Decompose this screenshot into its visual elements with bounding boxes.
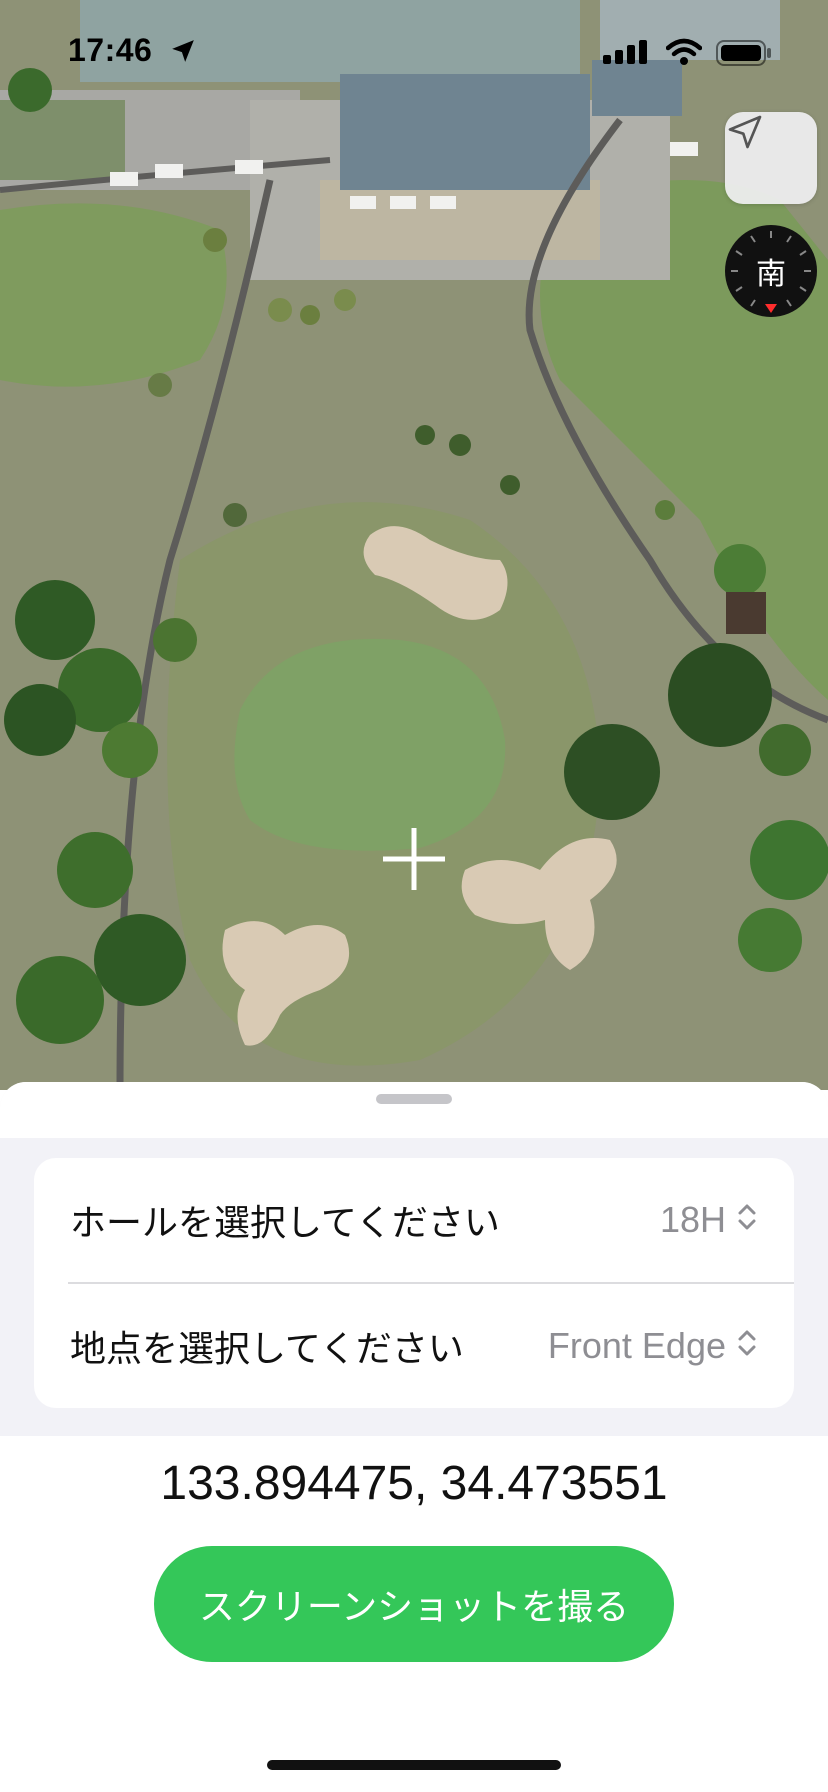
locate-me-button[interactable]: [725, 112, 817, 204]
point-picker[interactable]: Front Edge: [548, 1325, 758, 1367]
hole-select-row[interactable]: ホールを選択してください 18H: [34, 1158, 794, 1282]
chevron-up-down-icon: [736, 1325, 758, 1367]
satellite-map[interactable]: 17:46 南: [0, 0, 828, 1090]
point-select-row[interactable]: 地点を選択してください Front Edge: [34, 1284, 794, 1408]
point-select-label: 地点を選択してください: [70, 1329, 464, 1370]
compass-button[interactable]: 南: [725, 225, 817, 317]
status-time: 17:46: [68, 32, 153, 68]
home-indicator: [267, 1760, 561, 1770]
coordinates-readout: 133.894475, 34.473551: [160, 1457, 668, 1510]
selection-card: ホールを選択してください 18H 地点を選択してください Front Edge: [34, 1158, 794, 1408]
point-value: Front Edge: [547, 1325, 726, 1366]
hole-select-label: ホールを選択してください: [70, 1203, 500, 1244]
take-screenshot-button[interactable]: スクリーンショットを撮る: [154, 1546, 674, 1662]
hole-value: 18H: [659, 1199, 726, 1240]
compass-direction-label: 南: [756, 257, 786, 292]
bottom-sheet: ホールを選択してください 18H 地点を選択してください Front Edge: [0, 1082, 828, 1792]
chevron-up-down-icon: [736, 1199, 758, 1241]
sheet-grabber[interactable]: [376, 1094, 452, 1104]
sheet-header: [0, 1082, 828, 1138]
map-imagery: [0, 0, 828, 1090]
hole-picker[interactable]: 18H: [660, 1199, 758, 1241]
status-bar: 17:46: [0, 0, 828, 110]
action-area: 133.894475, 34.473551 スクリーンショットを撮る: [0, 1436, 828, 1792]
